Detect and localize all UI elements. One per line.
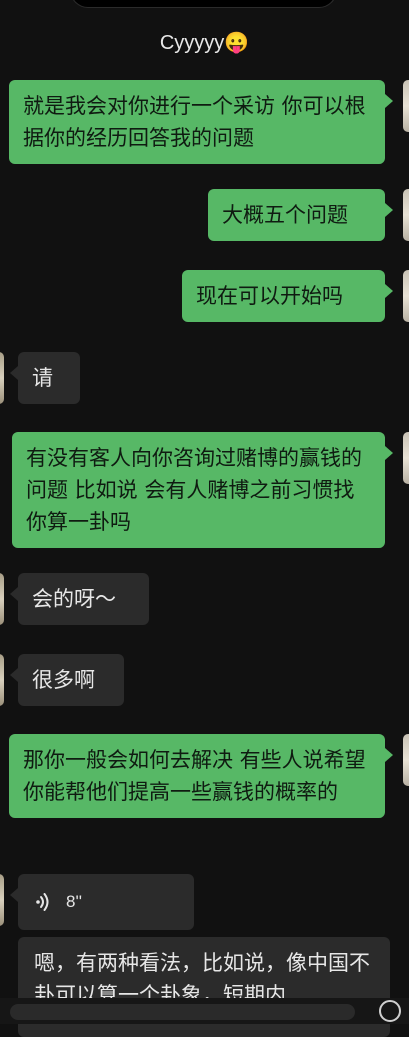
message-bubble-received[interactable]: 请 — [10, 352, 80, 404]
voice-wave-icon — [36, 893, 50, 911]
top-notch — [70, 0, 337, 8]
message-bubble-sent[interactable]: 那你一般会如何去解决 有些人说希望你能帮他们提高一些赢钱的概率的 — [9, 734, 393, 818]
message-bubble-sent[interactable]: 现在可以开始吗 — [182, 270, 393, 322]
avatar-self[interactable] — [403, 734, 409, 786]
avatar-self[interactable] — [403, 80, 409, 132]
message-bubble-sent[interactable]: 有没有客人向你咨询过赌博的赢钱的问题 比如说 会有人赌博之前习惯找你算一卦吗 — [12, 432, 393, 548]
avatar-contact[interactable] — [0, 573, 4, 625]
avatar-contact[interactable] — [0, 654, 4, 706]
message-input-field[interactable] — [10, 1004, 355, 1020]
chat-title: Cyyyyy😛 — [159, 32, 250, 54]
input-bar — [0, 998, 409, 1024]
voice-duration: 8'' — [66, 892, 82, 911]
avatar-contact[interactable] — [0, 352, 4, 404]
avatar-contact[interactable] — [0, 874, 4, 926]
message-bubble-received[interactable]: 会的呀～ — [10, 573, 149, 625]
avatar-self[interactable] — [403, 189, 409, 241]
message-bubble-sent[interactable]: 就是我会对你进行一个采访 你可以根据你的经历回答我的问题 — [9, 80, 393, 164]
message-bubble-sent[interactable]: 大概五个问题 — [208, 189, 393, 241]
avatar-self[interactable] — [403, 270, 409, 322]
message-bubble-received[interactable]: 很多啊 — [10, 654, 124, 706]
emoji-button[interactable] — [379, 1000, 401, 1022]
voice-message[interactable]: 8'' — [10, 874, 194, 930]
avatar-self[interactable] — [403, 432, 409, 484]
